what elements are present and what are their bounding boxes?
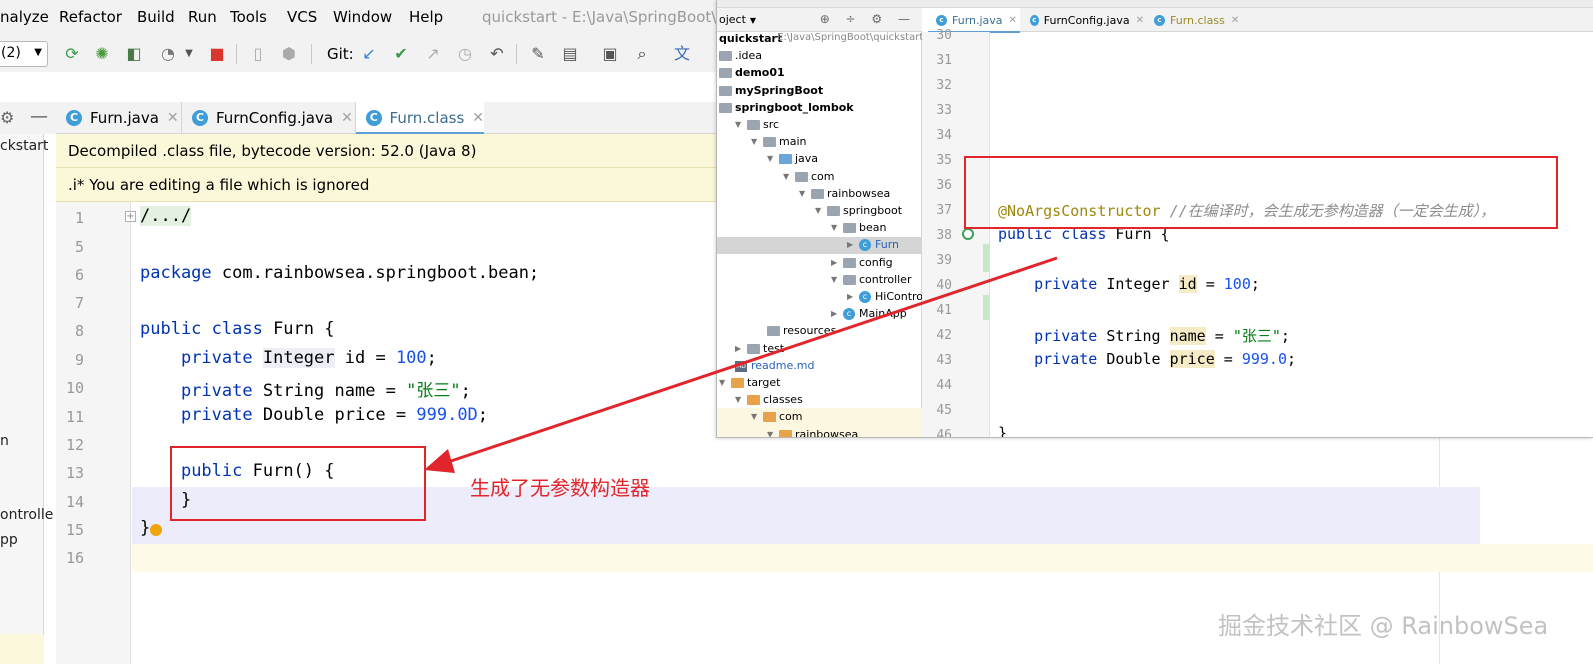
- arrow-shaft: [447, 256, 1058, 464]
- annotation-arrow: [424, 256, 1058, 473]
- watermark: 掘金技术社区 @ RainbowSea: [1218, 612, 1549, 640]
- arrow-head: [424, 449, 455, 473]
